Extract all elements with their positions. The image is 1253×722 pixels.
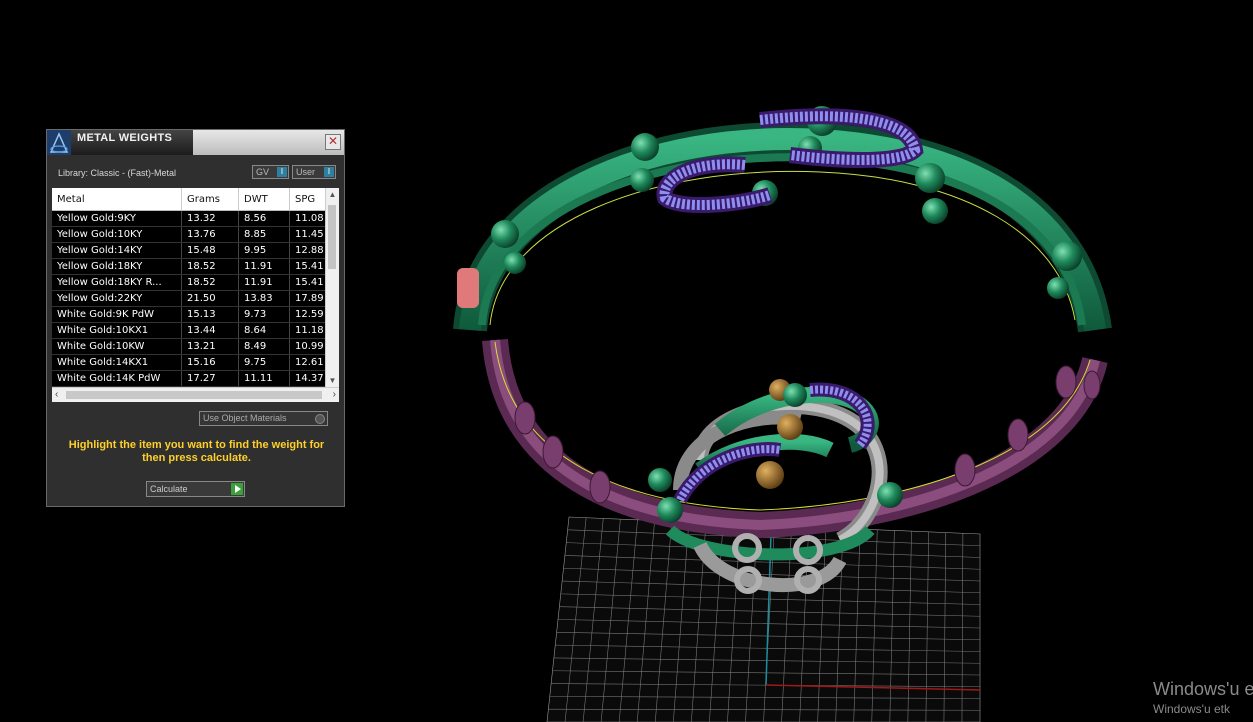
- close-button[interactable]: ✕: [325, 134, 341, 150]
- cell-metal: White Gold:10KW: [52, 338, 182, 355]
- table-row[interactable]: Yellow Gold:18KY 18.52 11.91 15.41: [52, 258, 336, 275]
- use-object-materials-toggle[interactable]: Use Object Materials: [199, 411, 328, 426]
- close-icon: ✕: [327, 134, 339, 148]
- toggle-switch-icon: I: [324, 167, 334, 177]
- cell-grams: 17.27: [181, 370, 239, 387]
- table-row[interactable]: White Gold:14KX1 15.16 9.75 12.61: [52, 354, 336, 371]
- scroll-thumb[interactable]: [66, 391, 322, 399]
- vertical-scrollbar[interactable]: ▲ ▼: [325, 188, 339, 387]
- radio-icon: [315, 414, 325, 424]
- cell-grams: 13.44: [181, 322, 239, 339]
- cell-metal: Yellow Gold:18KY: [52, 258, 182, 275]
- cell-metal: Yellow Gold:10KY: [52, 226, 182, 243]
- cell-dwt: 11.91: [238, 258, 290, 275]
- cell-dwt: 8.85: [238, 226, 290, 243]
- watermark-line-1: Windows'u etk: [1153, 679, 1253, 699]
- column-header-dwt[interactable]: DWT: [238, 188, 290, 211]
- table-row[interactable]: Yellow Gold:14KY 15.48 9.95 12.88: [52, 242, 336, 259]
- cell-dwt: 9.75: [238, 354, 290, 371]
- cell-dwt: 11.91: [238, 274, 290, 291]
- windows-activation-watermark: Windows'u etk Windows'u etk: [1153, 679, 1253, 716]
- cell-grams: 15.48: [181, 242, 239, 259]
- cell-grams: 18.52: [181, 258, 239, 275]
- gv-toggle[interactable]: GV I: [252, 165, 289, 179]
- title-tab: METAL WEIGHTS: [47, 130, 193, 155]
- table-row[interactable]: White Gold:10KW 13.21 8.49 10.99: [52, 338, 336, 355]
- table-row[interactable]: White Gold:9K PdW 15.13 9.73 12.59: [52, 306, 336, 323]
- table-row[interactable]: Yellow Gold:18KY R... 18.52 11.91 15.41: [52, 274, 336, 291]
- library-label: Library: Classic - (Fast)-Metal: [58, 168, 177, 178]
- cell-metal: Yellow Gold:14KY: [52, 242, 182, 259]
- rhino-logo-icon: [47, 130, 71, 155]
- grid-floor: [546, 516, 981, 722]
- cell-metal: Yellow Gold:18KY R...: [52, 274, 182, 291]
- table-row[interactable]: White Gold:10KX1 13.44 8.64 11.18: [52, 322, 336, 339]
- table-row[interactable]: White Gold:14K PdW 17.27 11.11 14.37: [52, 370, 336, 387]
- gv-toggle-label: GV: [256, 167, 270, 177]
- cell-metal: White Gold:9K PdW: [52, 306, 182, 323]
- cell-metal: Yellow Gold:9KY: [52, 210, 182, 227]
- cell-dwt: 8.49: [238, 338, 290, 355]
- play-icon: [231, 483, 243, 495]
- bracelet-front-band: [453, 106, 1112, 333]
- cell-grams: 21.50: [181, 290, 239, 307]
- cell-grams: 13.76: [181, 226, 239, 243]
- cell-dwt: 13.83: [238, 290, 290, 307]
- cell-metal: White Gold:14KX1: [52, 354, 182, 371]
- scroll-right-icon[interactable]: ›: [333, 388, 336, 402]
- cell-metal: White Gold:14K PdW: [52, 370, 182, 387]
- cell-grams: 13.32: [181, 210, 239, 227]
- metal-weights-panel[interactable]: METAL WEIGHTS ✕ Library: Classic - (Fast…: [46, 129, 345, 507]
- calculate-label: Calculate: [150, 484, 188, 494]
- cell-grams: 15.16: [181, 354, 239, 371]
- scroll-down-icon[interactable]: ▼: [326, 376, 339, 385]
- calculate-button[interactable]: Calculate: [146, 481, 245, 497]
- cell-grams: 15.13: [181, 306, 239, 323]
- table-row[interactable]: Yellow Gold:9KY 13.32 8.56 11.08: [52, 210, 336, 227]
- column-header-metal[interactable]: Metal: [52, 188, 182, 211]
- cell-grams: 13.21: [181, 338, 239, 355]
- user-toggle[interactable]: User I: [292, 165, 336, 179]
- panel-title: METAL WEIGHTS: [77, 132, 173, 144]
- table-row[interactable]: Yellow Gold:22KY 21.50 13.83 17.89: [52, 290, 336, 307]
- cell-grams: 18.52: [181, 274, 239, 291]
- panel-titlebar[interactable]: METAL WEIGHTS ✕: [47, 130, 344, 155]
- scroll-left-icon[interactable]: ‹: [55, 388, 58, 402]
- cell-dwt: 9.73: [238, 306, 290, 323]
- toggle-switch-icon: I: [277, 167, 287, 177]
- user-toggle-label: User: [296, 167, 316, 177]
- cell-dwt: 11.11: [238, 370, 290, 387]
- table-header-row: Metal Grams DWT SPG: [52, 188, 336, 211]
- watermark-line-2: Windows'u etk: [1153, 702, 1230, 716]
- metal-weights-table[interactable]: Metal Grams DWT SPG Yellow Gold:9KY 13.32…: [52, 188, 339, 402]
- horizontal-scrollbar[interactable]: ‹ ›: [52, 387, 339, 402]
- instructions-text: Highlight the item you want to find the …: [68, 439, 325, 464]
- use-object-materials-label: Use Object Materials: [203, 413, 287, 423]
- cell-metal: Yellow Gold:22KY: [52, 290, 182, 307]
- column-header-grams[interactable]: Grams: [181, 188, 239, 211]
- cell-dwt: 8.64: [238, 322, 290, 339]
- scroll-thumb[interactable]: [328, 205, 336, 269]
- table-row[interactable]: Yellow Gold:10KY 13.76 8.85 11.45: [52, 226, 336, 243]
- cell-dwt: 9.95: [238, 242, 290, 259]
- cell-metal: White Gold:10KX1: [52, 322, 182, 339]
- cell-dwt: 8.56: [238, 210, 290, 227]
- scroll-up-icon[interactable]: ▲: [326, 190, 339, 199]
